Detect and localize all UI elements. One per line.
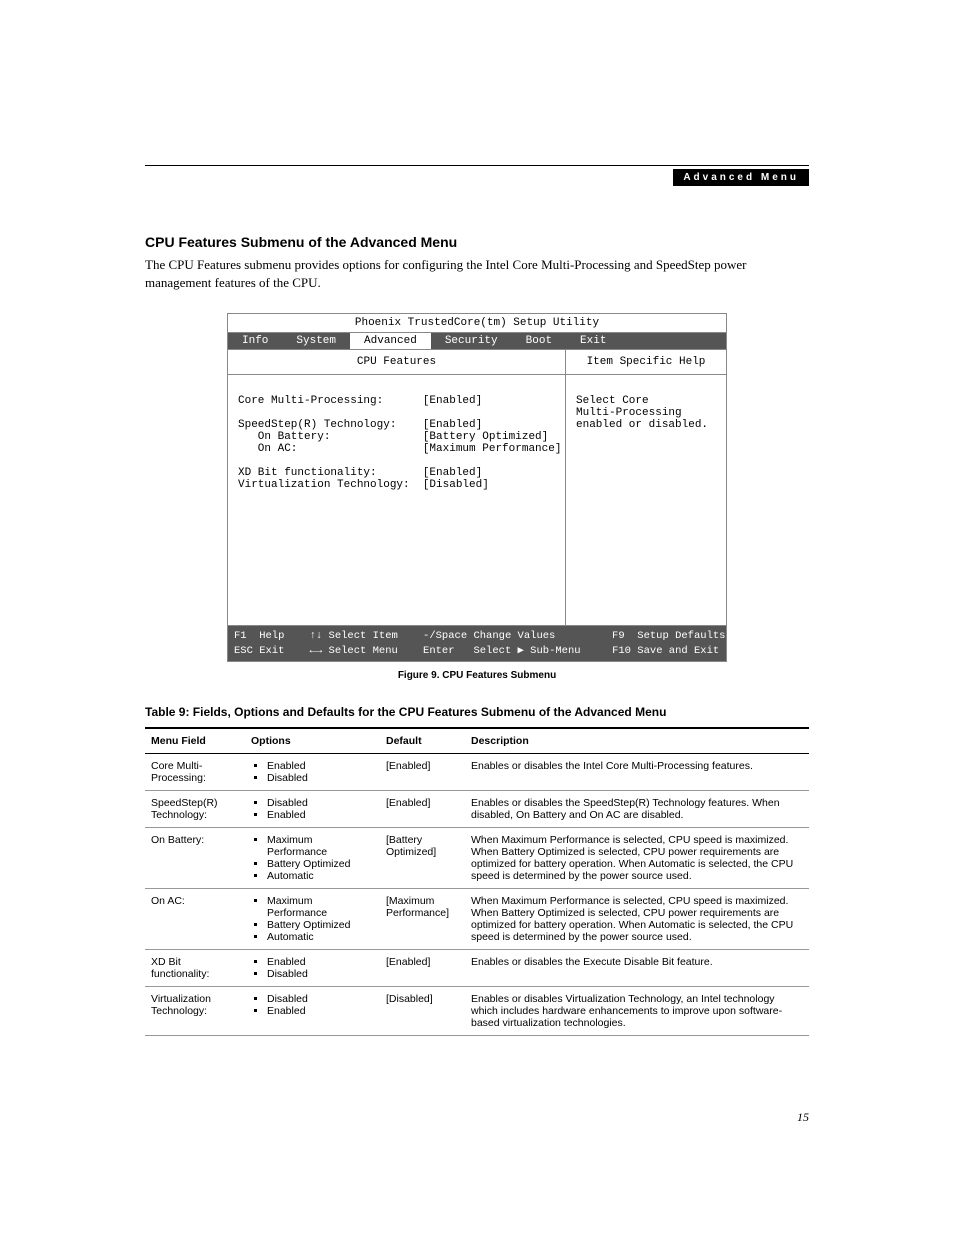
bios-tab: System <box>282 333 350 349</box>
default-cell: [Disabled] <box>380 987 465 1036</box>
description-cell: Enables or disables the Intel Core Multi… <box>465 754 809 791</box>
table-header: Menu Field <box>145 728 245 754</box>
bios-left-heading: CPU Features <box>228 350 566 374</box>
menu-field-cell: Core Multi-Processing: <box>145 754 245 791</box>
options-cell: EnabledDisabled <box>245 950 380 987</box>
option-item: Battery Optimized <box>267 858 374 870</box>
option-item: Automatic <box>267 931 374 943</box>
table-row: XD Bit functionality:EnabledDisabled[Ena… <box>145 950 809 987</box>
option-item: Maximum Performance <box>267 895 374 919</box>
default-cell: [Enabled] <box>380 791 465 828</box>
default-cell: [Enabled] <box>380 754 465 791</box>
bios-tab: Info <box>228 333 282 349</box>
breadcrumb: Advanced Menu <box>673 169 809 186</box>
options-cell: EnabledDisabled <box>245 754 380 791</box>
bios-help-pane: Select Core Multi-Processing enabled or … <box>566 375 726 625</box>
description-cell: Enables or disables Virtualization Techn… <box>465 987 809 1036</box>
option-item: Battery Optimized <box>267 919 374 931</box>
bios-screenshot: Phoenix TrustedCore(tm) Setup Utility In… <box>227 313 727 662</box>
figure-caption: Figure 9. CPU Features Submenu <box>145 670 809 681</box>
table-row: Virtualization Technology:DisabledEnable… <box>145 987 809 1036</box>
table-row: On AC:Maximum PerformanceBattery Optimiz… <box>145 889 809 950</box>
option-item: Enabled <box>267 956 374 968</box>
table-caption: Table 9: Fields, Options and Defaults fo… <box>145 705 809 719</box>
section-intro: The CPU Features submenu provides option… <box>145 256 809 291</box>
table-header: Options <box>245 728 380 754</box>
default-cell: [Maximum Performance] <box>380 889 465 950</box>
menu-field-cell: SpeedStep(R) Technology: <box>145 791 245 828</box>
options-cell: DisabledEnabled <box>245 791 380 828</box>
bios-tab: Boot <box>512 333 566 349</box>
menu-field-cell: Virtualization Technology: <box>145 987 245 1036</box>
table-row: SpeedStep(R) Technology:DisabledEnabled[… <box>145 791 809 828</box>
option-item: Disabled <box>267 968 374 980</box>
bios-settings-pane: Core Multi-Processing: [Enabled] SpeedSt… <box>228 375 566 625</box>
bios-footer: F1 Help ↑↓ Select Item -/Space Change Va… <box>228 625 726 661</box>
option-item: Enabled <box>267 809 374 821</box>
bios-tab: Exit <box>566 333 620 349</box>
bios-title: Phoenix TrustedCore(tm) Setup Utility <box>228 314 726 332</box>
menu-field-cell: On Battery: <box>145 828 245 889</box>
menu-field-cell: On AC: <box>145 889 245 950</box>
page-number: 15 <box>797 1110 809 1125</box>
table-header: Default <box>380 728 465 754</box>
options-cell: Maximum PerformanceBattery OptimizedAuto… <box>245 828 380 889</box>
option-item: Disabled <box>267 993 374 1005</box>
option-item: Disabled <box>267 772 374 784</box>
option-item: Disabled <box>267 797 374 809</box>
section-title: CPU Features Submenu of the Advanced Men… <box>145 234 809 250</box>
bios-tab-bar: InfoSystemAdvancedSecurityBootExit <box>228 332 726 350</box>
table-row: On Battery:Maximum PerformanceBattery Op… <box>145 828 809 889</box>
option-item: Enabled <box>267 760 374 772</box>
options-cell: Maximum PerformanceBattery OptimizedAuto… <box>245 889 380 950</box>
default-cell: [Battery Optimized] <box>380 828 465 889</box>
description-cell: Enables or disables the SpeedStep(R) Tec… <box>465 791 809 828</box>
bios-right-heading: Item Specific Help <box>566 350 726 374</box>
table-row: Core Multi-Processing:EnabledDisabled[En… <box>145 754 809 791</box>
table-header: Description <box>465 728 809 754</box>
description-cell: When Maximum Performance is selected, CP… <box>465 889 809 950</box>
description-cell: Enables or disables the Execute Disable … <box>465 950 809 987</box>
option-item: Automatic <box>267 870 374 882</box>
bios-tab: Security <box>431 333 512 349</box>
cpu-features-table: Menu FieldOptionsDefaultDescription Core… <box>145 727 809 1036</box>
description-cell: When Maximum Performance is selected, CP… <box>465 828 809 889</box>
option-item: Maximum Performance <box>267 834 374 858</box>
menu-field-cell: XD Bit functionality: <box>145 950 245 987</box>
option-item: Enabled <box>267 1005 374 1017</box>
default-cell: [Enabled] <box>380 950 465 987</box>
bios-tab: Advanced <box>350 333 431 349</box>
options-cell: DisabledEnabled <box>245 987 380 1036</box>
